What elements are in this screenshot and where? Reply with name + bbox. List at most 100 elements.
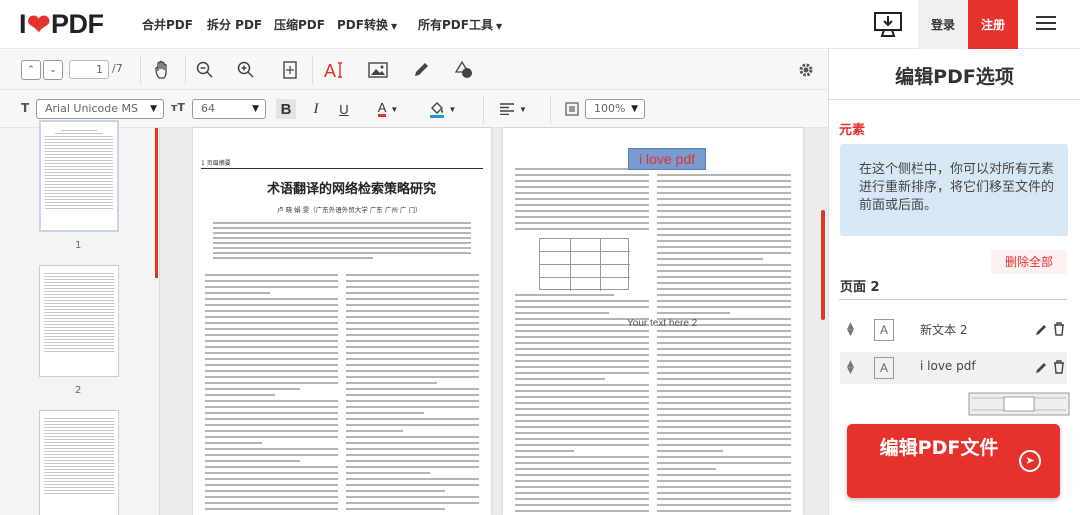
add-image-icon[interactable] xyxy=(365,57,391,83)
font-color-a: A xyxy=(377,99,387,117)
text-line xyxy=(657,180,791,182)
page-thumbnail-1[interactable] xyxy=(39,120,119,232)
edited-text-box[interactable]: i love pdf xyxy=(628,148,706,170)
thumbnail-number: 1 xyxy=(75,240,82,251)
panel-title: 编辑PDF选项 xyxy=(895,66,1014,88)
text-line xyxy=(657,288,791,290)
fit-page-icon[interactable] xyxy=(277,57,303,83)
text-line xyxy=(346,394,479,396)
reorder-handle-icon[interactable]: ▲ ▼ xyxy=(847,322,854,338)
page-thumbnail-3[interactable] xyxy=(39,410,119,515)
opacity-select[interactable]: 100% ▼ xyxy=(585,99,645,119)
register-button[interactable]: 注册 xyxy=(968,0,1018,49)
text-line xyxy=(205,322,338,324)
caret-down-icon: ▼ xyxy=(150,104,157,114)
text-line xyxy=(515,492,649,494)
text-line xyxy=(205,418,338,420)
shapes-icon[interactable] xyxy=(451,57,477,83)
text-line xyxy=(213,257,373,259)
opacity-icon[interactable] xyxy=(562,99,582,119)
font-color-button[interactable]: A ▼ xyxy=(372,99,404,119)
font-size-select[interactable]: 64 ▼ xyxy=(192,99,266,119)
draw-pencil-icon[interactable] xyxy=(408,57,434,83)
nav-split-pdf[interactable]: 拆分 PDF xyxy=(207,16,262,33)
desktop-download-button[interactable] xyxy=(863,0,913,49)
login-button[interactable]: 登录 xyxy=(918,0,968,49)
caret-down-icon: ▼ xyxy=(252,104,259,114)
trash-icon[interactable] xyxy=(1053,360,1065,374)
text-line xyxy=(515,342,649,344)
ilovepdf-logo[interactable]: I ❤ PDF xyxy=(19,8,104,40)
trash-icon[interactable] xyxy=(1053,322,1065,336)
text-line xyxy=(657,384,791,386)
text-line xyxy=(346,508,445,510)
text-line xyxy=(205,364,338,366)
text-line xyxy=(515,402,649,404)
text-line xyxy=(657,294,791,296)
settings-gear-icon[interactable] xyxy=(793,57,819,83)
text-line xyxy=(205,508,338,510)
nav-compress-pdf[interactable]: 压缩PDF xyxy=(274,16,325,33)
zoom-in-icon[interactable] xyxy=(233,57,259,83)
document-table xyxy=(539,238,630,291)
font-family-label: T xyxy=(21,101,30,115)
zoom-out-icon[interactable] xyxy=(192,57,218,83)
text-line xyxy=(346,274,479,276)
text-line xyxy=(515,504,649,506)
hand-tool-icon[interactable] xyxy=(150,57,176,83)
caret-down-icon: ▼ xyxy=(448,104,457,114)
text-line xyxy=(346,406,479,408)
new-text-box[interactable]: Your text here 2 xyxy=(627,318,697,329)
text-align-button[interactable]: ▼ xyxy=(497,99,529,119)
page-number-input[interactable]: 1 xyxy=(69,60,109,79)
underline-button[interactable]: U xyxy=(334,99,354,119)
element-item[interactable]: ▲ ▼ A i love pdf xyxy=(840,352,1067,384)
font-family-select[interactable]: Arial Unicode MS ▼ xyxy=(36,99,164,119)
bold-button[interactable]: B xyxy=(276,99,296,119)
text-line xyxy=(346,496,479,498)
delete-all-button[interactable]: 删除全部 xyxy=(991,250,1067,274)
text-line xyxy=(515,414,649,416)
element-item[interactable]: ▲ ▼ A 新文本 2 xyxy=(840,314,1067,346)
text-line xyxy=(213,232,471,234)
nav-merge-pdf[interactable]: 合并PDF xyxy=(142,16,193,33)
nav-all-pdf-tools[interactable]: 所有PDF工具 ▼ xyxy=(418,16,502,33)
elements-section-label: 元素 xyxy=(839,123,866,138)
text-line xyxy=(657,300,791,302)
text-element-icon: A xyxy=(874,357,894,379)
next-page-button[interactable]: ⌄ xyxy=(43,60,63,80)
login-label: 登录 xyxy=(930,18,955,32)
info-box: 在这个侧栏中，你可以对所有元素进行重新排序，将它们移至文件的前面或后面。 xyxy=(840,144,1068,236)
edit-pdf-file-button[interactable]: 编辑PDF文件 ➤ xyxy=(847,424,1060,498)
text-line xyxy=(205,358,338,360)
document-page-1[interactable]: 1 页眉摘要 术语翻译的网络检索策略研究 卢 晓 娟 雯（广东外语外贸大学 广东… xyxy=(193,128,491,515)
nav-label: 压缩PDF xyxy=(274,18,325,32)
text-line xyxy=(346,310,479,312)
text-line xyxy=(205,472,338,474)
page-header-text: 1 页眉摘要 xyxy=(201,160,231,167)
highlight-color-button[interactable]: ▼ xyxy=(426,99,458,119)
hamburger-menu-icon[interactable] xyxy=(1030,12,1062,36)
text-line xyxy=(657,222,791,224)
text-line xyxy=(346,454,479,456)
add-text-icon[interactable]: A xyxy=(321,57,347,83)
prev-page-button[interactable]: ⌃ xyxy=(21,60,41,80)
thumbnail-scrollbar[interactable] xyxy=(155,128,158,278)
nav-convert-pdf[interactable]: PDF转换 ▼ xyxy=(337,16,397,33)
canvas-scrollbar[interactable] xyxy=(821,210,825,320)
text-line xyxy=(657,204,791,206)
text-line xyxy=(205,496,338,498)
text-line xyxy=(657,234,791,236)
text-line xyxy=(515,300,649,302)
page-thumbnail-2[interactable] xyxy=(39,265,119,377)
edit-pencil-icon[interactable] xyxy=(1035,322,1047,336)
edit-pencil-icon[interactable] xyxy=(1035,360,1047,374)
text-line xyxy=(657,444,791,446)
italic-button[interactable]: I xyxy=(306,99,326,119)
text-line xyxy=(205,316,338,318)
text-line xyxy=(515,438,649,440)
text-line xyxy=(205,448,338,450)
reorder-handle-icon[interactable]: ▲ ▼ xyxy=(847,360,854,376)
text-line xyxy=(515,216,649,218)
text-line xyxy=(346,346,479,348)
